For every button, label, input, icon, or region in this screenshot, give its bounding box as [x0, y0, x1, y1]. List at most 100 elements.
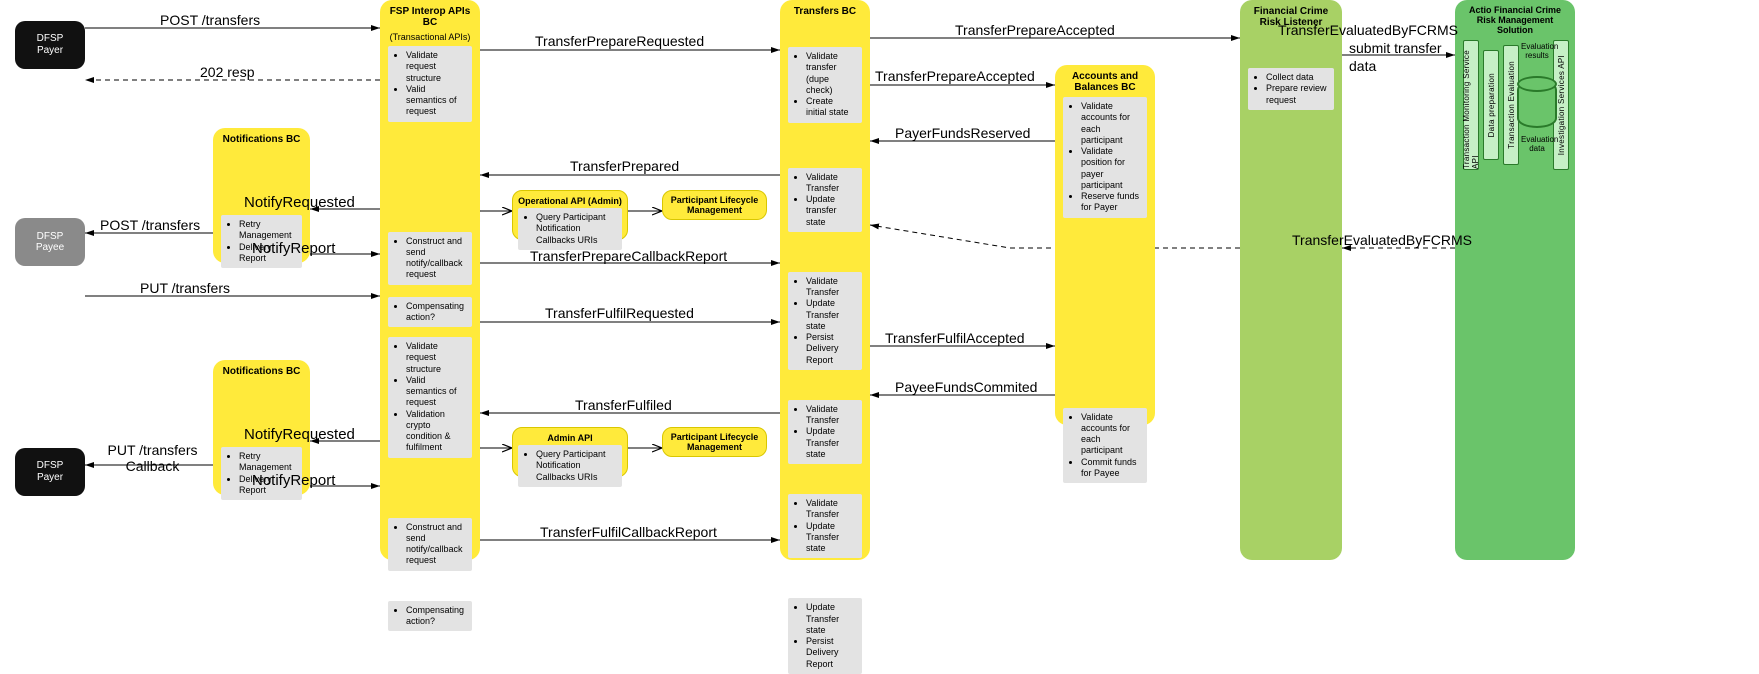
note-item: Validate request structure [406, 341, 466, 375]
actor-label: DFSP [37, 460, 64, 472]
msg-post-transfers-2: POST /transfers [100, 217, 200, 233]
note-item: Construct and send notify/callback reque… [406, 522, 466, 567]
note: Validate Transfer Update Transfer state [788, 494, 862, 558]
col-title: Accounts and Balances BC [1061, 71, 1149, 93]
col-title: Actio Financial Crime Risk Management So… [1461, 6, 1569, 36]
vlabel: Data preparation [1487, 73, 1496, 137]
actor-label: Payer [37, 472, 63, 484]
actor-dfsp-payee: DFSP Payee [15, 218, 85, 266]
msg-payee-funds-commited: PayeeFundsCommited [895, 379, 1037, 395]
msg-transfer-evaluated-2: TransferEvaluatedByFCRMS [1292, 232, 1472, 248]
fsp-interop-bc: FSP Interop APIs BC (Transactional APIs)… [380, 0, 480, 560]
fcrms-eval-data-label: Evaluation data [1521, 135, 1553, 153]
note: Validate accounts for each participant V… [1063, 97, 1147, 218]
actio-fcrms: Actio Financial Crime Risk Management So… [1455, 0, 1575, 560]
note-item: Prepare review request [1266, 83, 1328, 106]
vlabel: Transaction Evaluation [1507, 61, 1516, 149]
actor-label: DFSP [37, 231, 64, 242]
msg-202: 202 resp [200, 64, 254, 80]
note-item: Update Transfer state [806, 298, 856, 332]
note: Compensating action? [388, 297, 472, 328]
note-item: Persist Delivery Report [806, 332, 856, 366]
note-item: Validate accounts for each participant [1081, 412, 1141, 457]
note: Construct and send notify/callback reque… [388, 518, 472, 571]
msg-notify-report-2: NotifyReport [252, 472, 335, 489]
note: Compensating action? [388, 601, 472, 632]
note-item: Validate Transfer [806, 404, 856, 427]
mini-title: Participant Lifecycle Management [667, 195, 762, 215]
note-item: Compensating action? [406, 301, 466, 324]
note-item: Validation crypto condition & fulfilment [406, 409, 466, 454]
note: Validate Transfer Update Transfer state [788, 400, 862, 464]
financial-crime-risk-listener: Financial Crime Risk Listener Collect da… [1240, 0, 1342, 560]
actor-label: Payee [36, 242, 64, 253]
note: Validate request structure Valid semanti… [388, 46, 472, 122]
actor-dfsp-payer: DFSP Payer [15, 21, 85, 69]
note-item: Persist Delivery Report [806, 636, 856, 670]
note-item: Retry Management [239, 451, 296, 474]
msg-transfer-prepared: TransferPrepared [570, 158, 679, 174]
mini-title: Participant Lifecycle Management [667, 432, 762, 452]
note-item: Collect data [1266, 72, 1328, 83]
msg-submit-2: data [1349, 58, 1376, 74]
note: Query Participant Notification Callbacks… [518, 445, 622, 487]
note: Update Transfer state Persist Delivery R… [788, 598, 862, 674]
participant-lifecycle-1: Participant Lifecycle Management [662, 190, 767, 220]
msg-notify-requested-2: NotifyRequested [244, 426, 355, 443]
msg-transfer-evaluated-1: TransferEvaluatedByFCRMS [1278, 22, 1458, 38]
note-item: Commit funds for Payee [1081, 457, 1141, 480]
msg-transfer-fulfil-requested: TransferFulfilRequested [545, 305, 694, 321]
diagram-stage: DFSP Payer DFSP Payee DFSP Payer Notific… [0, 0, 1759, 579]
note: Validate Transfer Update Transfer state … [788, 272, 862, 370]
operational-api-1: Operational API (Admin) Query Participan… [512, 190, 628, 240]
note-item: Update Transfer state [806, 602, 856, 636]
note-item: Validate Transfer [806, 276, 856, 299]
note-item: Validate Transfer [806, 498, 856, 521]
msg-put-transfers: PUT /transfers [140, 280, 230, 296]
note-item: Retry Management [239, 219, 296, 242]
note-item: Reserve funds for Payer [1081, 191, 1141, 214]
msg-submit-1: submit transfer [1349, 40, 1442, 56]
msg-notify-report-1: NotifyReport [252, 240, 335, 257]
note-item: Compensating action? [406, 605, 466, 628]
note: Validate transfer (dupe check) Create in… [788, 47, 862, 123]
note: Validate accounts for each participant C… [1063, 408, 1147, 484]
fcrms-tms-api: Transaction Monitoring Service API [1463, 40, 1479, 170]
note-item: Validate position for payer participant [1081, 146, 1141, 191]
msg-transfer-prepare-requested: TransferPrepareRequested [535, 33, 704, 49]
note: Construct and send notify/callback reque… [388, 232, 472, 285]
msg-transfer-fulfiled: TransferFulfiled [575, 397, 672, 413]
msg-transfer-prepare-accepted-top: TransferPrepareAccepted [955, 22, 1115, 38]
mini-title: Admin API [516, 433, 624, 443]
note-item: Query Participant Notification Callbacks… [536, 449, 616, 483]
note-item: Validate transfer (dupe check) [806, 51, 856, 96]
note-item: Construct and send notify/callback reque… [406, 236, 466, 281]
col-title: FSP Interop APIs BC [386, 6, 474, 28]
msg-post-transfers: POST /transfers [160, 12, 260, 28]
col-subtitle: (Transactional APIs) [386, 32, 474, 42]
accounts-balances-bc: Accounts and Balances BC Validate accoun… [1055, 65, 1155, 425]
fcrms-data-prep: Data preparation [1483, 50, 1499, 160]
msg-transfer-prepare-cb-report: TransferPrepareCallbackReport [530, 248, 727, 264]
msg-payer-funds-reserved: PayerFundsReserved [895, 125, 1030, 141]
msg-transfer-fulfil-cb-report: TransferFulfilCallbackReport [540, 524, 717, 540]
fcrms-db-icon [1517, 80, 1557, 128]
actor-label: DFSP [37, 33, 64, 45]
msg-notify-requested-1: NotifyRequested [244, 194, 355, 211]
note: Validate request structure Valid semanti… [388, 337, 472, 458]
col-title: Transfers BC [786, 6, 864, 17]
msg-put-transfers-callback: PUT /transfers Callback [100, 442, 205, 474]
note-item: Create initial state [806, 96, 856, 119]
participant-lifecycle-2: Participant Lifecycle Management [662, 427, 767, 457]
note-item: Update transfer state [806, 194, 856, 228]
col-title: Notifications BC [219, 366, 304, 377]
note-item: Validate request structure [406, 50, 466, 84]
fcrms-eval-results-label: Evaluation results [1521, 42, 1553, 60]
note-item: Update Transfer state [806, 426, 856, 460]
msg-transfer-prepare-accepted: TransferPrepareAccepted [875, 68, 1035, 84]
note-item: Query Participant Notification Callbacks… [536, 212, 616, 246]
vlabel: Transaction Monitoring Service API [1462, 41, 1480, 169]
actor-dfsp-payer-2: DFSP Payer [15, 448, 85, 496]
admin-api: Admin API Query Participant Notification… [512, 427, 628, 477]
transfers-bc: Transfers BC Validate transfer (dupe che… [780, 0, 870, 560]
